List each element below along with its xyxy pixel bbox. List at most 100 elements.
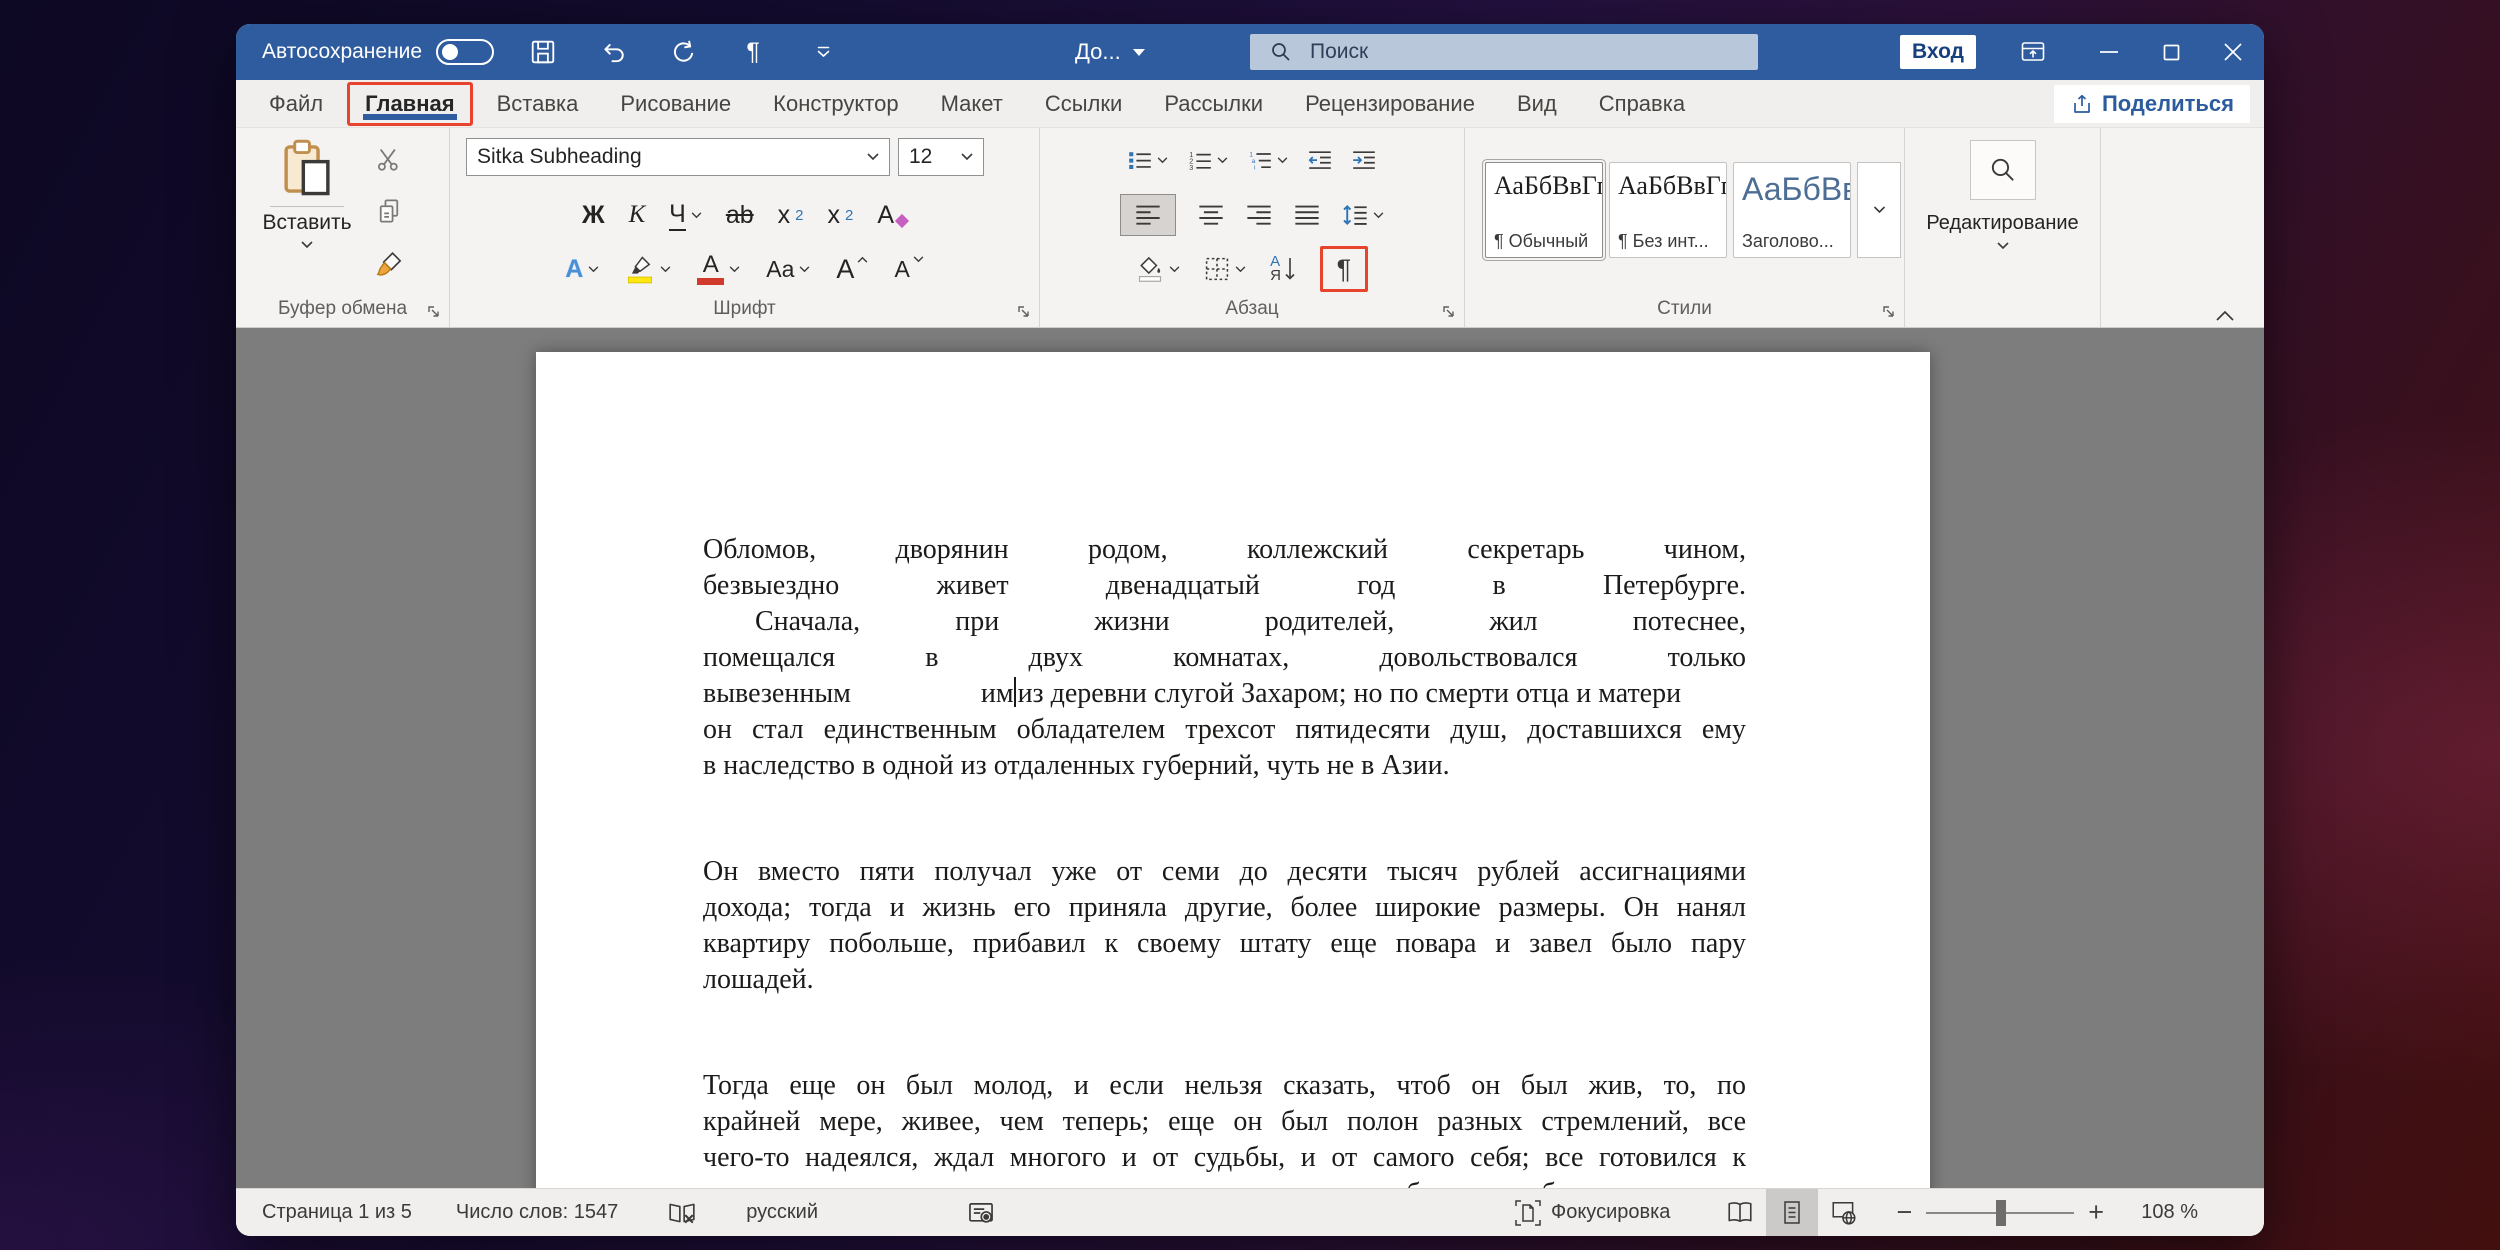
word-count-status[interactable]: Число слов: 1547	[456, 1201, 618, 1224]
chevron-down-icon[interactable]	[867, 153, 879, 161]
undo-button[interactable]	[578, 24, 648, 80]
chevron-down-icon[interactable]	[799, 265, 810, 273]
tab-references[interactable]: Ссылки	[1024, 80, 1143, 128]
close-button[interactable]	[2202, 24, 2264, 80]
document-text[interactable]: Обломов, дворянин родом, коллежский секр…	[703, 532, 1746, 1188]
format-painter-button[interactable]	[376, 250, 404, 278]
line-spacing-button[interactable]	[1342, 194, 1384, 236]
print-layout-button-selected[interactable]	[1766, 1188, 1819, 1236]
chevron-down-icon[interactable]	[691, 211, 702, 219]
zoom-out-button[interactable]: −	[1896, 1197, 1912, 1228]
chevron-down-icon[interactable]	[660, 265, 671, 273]
paragraph-dialog-launcher[interactable]	[1441, 304, 1456, 319]
styles-gallery-more-button[interactable]	[1857, 162, 1901, 258]
numbering-button[interactable]: 123	[1188, 139, 1228, 181]
subscript-button[interactable]: x2	[778, 194, 804, 236]
chevron-down-icon[interactable]	[1235, 265, 1246, 273]
tab-help[interactable]: Справка	[1578, 80, 1706, 128]
zoom-percentage[interactable]: 108 %	[2134, 1201, 2198, 1224]
save-button[interactable]	[508, 24, 578, 80]
shading-button[interactable]	[1136, 248, 1180, 290]
font-name-combo[interactable]: Sitka Subheading	[466, 138, 890, 176]
clear-formatting-button[interactable]: A	[877, 194, 910, 236]
document-name-dropdown[interactable]: До...	[1075, 24, 1145, 80]
tab-view[interactable]: Вид	[1496, 80, 1578, 128]
editing-find-button[interactable]	[1969, 140, 2036, 200]
chevron-down-icon[interactable]	[729, 265, 740, 273]
tab-review[interactable]: Рецензирование	[1284, 80, 1496, 128]
align-center-button[interactable]	[1198, 194, 1224, 236]
sort-button[interactable]: А Я	[1270, 248, 1296, 290]
focus-mode-button[interactable]: Фокусировка	[1515, 1199, 1670, 1226]
underline-button[interactable]: Ч	[669, 194, 702, 236]
shrink-font-button[interactable]: A	[894, 248, 924, 290]
show-formatting-marks-button-highlighted[interactable]: ¶	[1319, 246, 1368, 292]
maximize-button[interactable]	[2140, 24, 2202, 80]
italic-button[interactable]: К	[629, 194, 646, 236]
chevron-down-icon[interactable]	[1217, 156, 1228, 164]
editing-label[interactable]: Редактирование	[1905, 212, 2100, 235]
font-color-button[interactable]: A	[697, 248, 740, 290]
style-normal-selected[interactable]: АаБбВвГгД ¶ Обычный	[1485, 162, 1603, 258]
proofing-errors-button[interactable]	[668, 1199, 696, 1227]
collapse-ribbon-button[interactable]	[2216, 311, 2234, 321]
clipboard-dialog-launcher[interactable]	[426, 304, 441, 319]
chevron-down-icon[interactable]	[588, 265, 599, 273]
font-dialog-launcher[interactable]	[1016, 304, 1031, 319]
multilevel-list-button[interactable]: 1ai	[1248, 139, 1288, 181]
tab-insert[interactable]: Вставка	[476, 80, 600, 128]
highlight-button[interactable]	[625, 248, 671, 290]
borders-button[interactable]	[1204, 248, 1246, 290]
tab-design[interactable]: Конструктор	[752, 80, 919, 128]
chevron-down-icon[interactable]	[1373, 211, 1384, 219]
chevron-down-icon[interactable]	[1277, 156, 1288, 164]
search-input[interactable]	[1310, 40, 1690, 64]
decrease-indent-button[interactable]	[1308, 139, 1332, 181]
show-formatting-marks-qat-button[interactable]: ¶	[718, 24, 788, 80]
web-layout-button[interactable]	[1818, 1189, 1870, 1237]
style-no-spacing[interactable]: АаБбВвГгД ¶ Без инт...	[1609, 162, 1727, 258]
tab-mailings[interactable]: Рассылки	[1143, 80, 1284, 128]
grow-font-button[interactable]: A	[836, 248, 868, 290]
tab-draw[interactable]: Рисование	[599, 80, 752, 128]
chevron-down-icon[interactable]	[1169, 265, 1180, 273]
chevron-down-icon[interactable]	[1157, 156, 1168, 164]
read-mode-button[interactable]	[1714, 1189, 1766, 1237]
zoom-in-button[interactable]: +	[2088, 1197, 2104, 1228]
language-status[interactable]: русский	[746, 1201, 818, 1224]
tab-file[interactable]: Файл	[248, 80, 344, 128]
chevron-down-icon[interactable]	[1996, 242, 2009, 250]
sign-in-button[interactable]: Вход	[1900, 35, 1976, 69]
style-heading1[interactable]: АаБбВв Заголово...	[1733, 162, 1851, 258]
minimize-button[interactable]	[2078, 24, 2140, 80]
superscript-button[interactable]: x2	[828, 194, 854, 236]
cut-button[interactable]	[376, 146, 402, 172]
copy-button[interactable]	[376, 198, 402, 224]
chevron-down-icon[interactable]	[961, 153, 973, 161]
tab-layout[interactable]: Макет	[920, 80, 1024, 128]
redo-button[interactable]	[648, 24, 718, 80]
ribbon-display-options-button[interactable]	[2002, 24, 2064, 80]
zoom-slider-track[interactable]	[1926, 1199, 2075, 1226]
share-button[interactable]: Поделиться	[2053, 84, 2250, 123]
align-right-button[interactable]	[1246, 194, 1272, 236]
increase-indent-button[interactable]	[1352, 139, 1376, 181]
change-case-button[interactable]: Aa	[766, 248, 810, 290]
document-page[interactable]: Обломов, дворянин родом, коллежский секр…	[536, 352, 1930, 1188]
tab-home-active[interactable]: Главная	[347, 81, 473, 126]
autosave-toggle[interactable]	[436, 39, 495, 65]
text-effects-button[interactable]: A	[565, 248, 599, 290]
zoom-slider-handle[interactable]	[1996, 1199, 2007, 1226]
paste-button[interactable]: Вставить	[263, 138, 352, 249]
customize-quick-access-button[interactable]	[788, 24, 858, 80]
align-left-button-selected[interactable]	[1120, 194, 1176, 236]
styles-dialog-launcher[interactable]	[1881, 304, 1896, 319]
bold-button[interactable]: Ж	[582, 194, 605, 236]
font-size-combo[interactable]: 12	[898, 138, 984, 176]
page-number-status[interactable]: Страница 1 из 5	[262, 1201, 412, 1224]
justify-button[interactable]	[1294, 194, 1320, 236]
search-box[interactable]	[1250, 34, 1758, 70]
bullets-button[interactable]	[1128, 139, 1168, 181]
macro-record-button[interactable]	[968, 1200, 994, 1226]
strikethrough-button[interactable]: ab	[726, 194, 754, 236]
